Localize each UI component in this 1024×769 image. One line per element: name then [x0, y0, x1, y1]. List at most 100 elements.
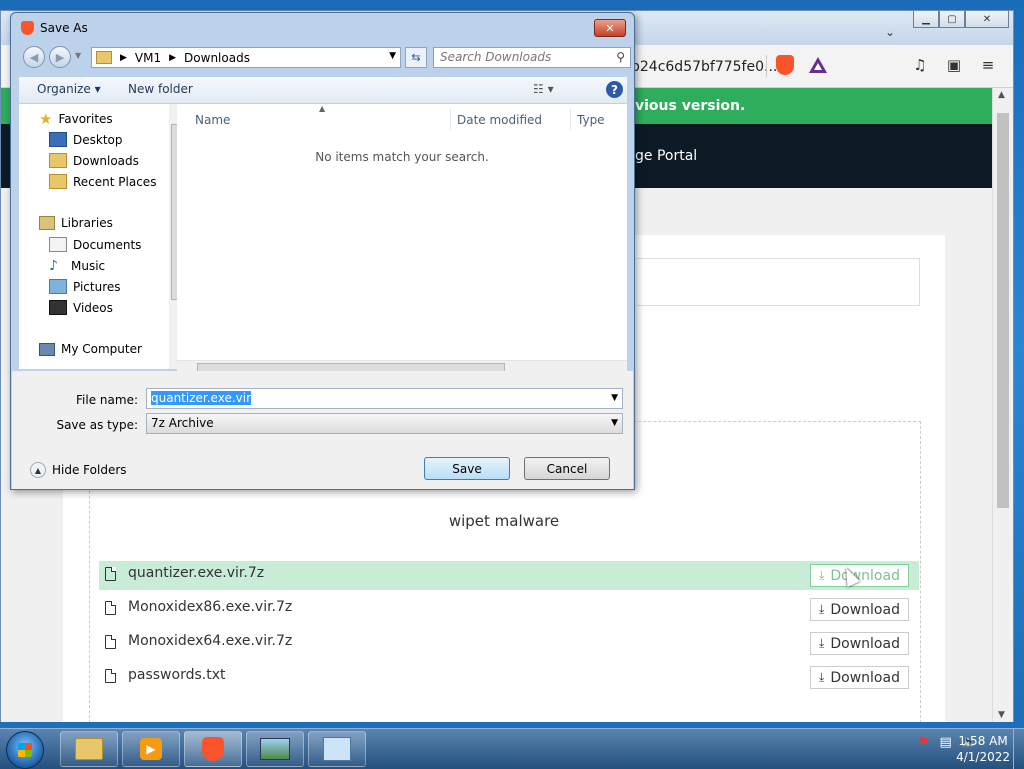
save-as-dialog: Save As ✕ ◀ ▶ ▼ ▶ VM1 ▶ Downloads ▼ ⇆ Se…	[10, 12, 635, 490]
scroll-down-icon[interactable]: ▼	[998, 710, 1005, 720]
folder-title: wipet malware	[448, 512, 560, 530]
file-name-value: quantizer.exe.vir	[151, 391, 252, 405]
download-icon: ⤓	[819, 602, 825, 616]
nav-item-pictures[interactable]: Pictures	[49, 279, 121, 294]
card-input-box[interactable]	[637, 258, 920, 306]
hide-folders-button[interactable]: ▲ Hide Folders	[30, 462, 127, 478]
save-type-select[interactable]: 7z Archive ▼	[146, 413, 623, 434]
organize-button[interactable]: Organize ▾	[37, 82, 101, 96]
nav-item-desktop[interactable]: Desktop	[49, 132, 123, 147]
address-dropdown-icon[interactable]: ▼	[389, 51, 396, 61]
windows-logo-icon	[18, 743, 32, 757]
nav-item-documents[interactable]: Documents	[49, 237, 141, 252]
site-title[interactable]: ge Portal	[635, 148, 697, 164]
start-button[interactable]	[6, 731, 44, 769]
download-label: Download	[830, 601, 900, 618]
file-name-field[interactable]: quantizer.exe.vir ▼	[146, 388, 623, 409]
file-row: quantizer.exe.vir.7z ⤓ Download	[99, 561, 919, 590]
save-type-value: 7z Archive	[151, 416, 214, 430]
address-bar[interactable]: b24c6d57bf775fe0...	[631, 59, 777, 75]
download-button[interactable]: ⤓ Download	[810, 598, 909, 621]
brave-rewards-icon[interactable]	[809, 57, 827, 73]
photo-viewer-icon	[260, 738, 290, 760]
column-header-date[interactable]: Date modified	[457, 113, 542, 127]
file-list-pane: Name ▲ Date modified Type No items match…	[177, 104, 627, 378]
taskbar-control-panel[interactable]	[308, 731, 366, 767]
download-button[interactable]: ⤓ Download	[810, 666, 909, 689]
back-button[interactable]: ◀	[23, 46, 45, 68]
file-name-label: File name:	[76, 393, 138, 407]
desktop-icon	[49, 132, 67, 147]
nav-my-computer[interactable]: My Computer	[39, 342, 142, 356]
file-name: passwords.txt	[128, 667, 226, 683]
file-row: Monoxidex86.exe.vir.7z ⤓ Download	[99, 595, 919, 624]
playlist-icon[interactable]: ♫	[911, 57, 929, 73]
nav-libraries[interactable]: Libraries	[39, 216, 113, 230]
save-type-dropdown-icon[interactable]: ▼	[611, 418, 618, 428]
maximize-button[interactable]: ▢	[939, 11, 965, 28]
column-divider[interactable]	[450, 108, 451, 130]
network-icon[interactable]: ▤	[940, 735, 952, 750]
breadcrumb-item[interactable]: VM1	[135, 51, 161, 65]
brave-shields-icon[interactable]	[776, 55, 794, 75]
tab-list-chevron-icon[interactable]: ⌄	[885, 25, 895, 39]
new-folder-button[interactable]: New folder	[128, 82, 193, 96]
recent-places-icon	[49, 174, 67, 189]
breadcrumb-item[interactable]: Downloads	[184, 51, 250, 65]
column-divider[interactable]	[570, 108, 571, 130]
minimize-button[interactable]: ▁	[913, 11, 939, 28]
show-desktop-button[interactable]	[1013, 729, 1024, 769]
close-button[interactable]: ✕	[965, 11, 1009, 28]
file-icon	[105, 669, 116, 683]
clock[interactable]: 1:58 AM 4/1/2022	[956, 733, 1010, 765]
empty-message: No items match your search.	[315, 150, 489, 164]
taskbar-media-player[interactable]: ▶	[122, 731, 180, 767]
nav-item-recent-places[interactable]: Recent Places	[49, 174, 156, 189]
pictures-icon	[49, 279, 67, 294]
nav-item-music[interactable]: ♪ Music	[49, 258, 105, 274]
column-header-name[interactable]: Name	[195, 113, 230, 127]
cancel-button[interactable]: Cancel	[524, 457, 610, 480]
dialog-title: Save As	[40, 21, 88, 35]
taskbar-photo-viewer[interactable]	[246, 731, 304, 767]
search-icon[interactable]: ⚲	[616, 50, 625, 64]
chevron-up-icon: ▲	[30, 462, 46, 478]
address-row: ◀ ▶ ▼ ▶ VM1 ▶ Downloads ▼ ⇆ Search Downl…	[19, 45, 631, 71]
taskbar: ▶ ⚑ ▤ 🔈 1:58 AM 4/1/2022	[0, 728, 1024, 769]
brave-icon	[202, 737, 224, 761]
search-input[interactable]: Search Downloads ⚲	[433, 47, 631, 68]
action-center-icon[interactable]: ⚑	[918, 735, 930, 750]
file-name: Monoxidex64.exe.vir.7z	[128, 633, 293, 649]
address-box[interactable]: ▶ VM1 ▶ Downloads ▼	[91, 47, 401, 68]
page-scrollbar[interactable]: ▲ ▼	[992, 88, 1013, 722]
file-icon	[105, 601, 116, 615]
libraries-icon	[39, 216, 55, 230]
documents-icon	[49, 237, 67, 252]
file-name: Monoxidex86.exe.vir.7z	[128, 599, 293, 615]
file-name-dropdown-icon[interactable]: ▼	[611, 393, 618, 403]
refresh-button[interactable]: ⇆	[405, 47, 427, 68]
help-icon[interactable]: ?	[606, 81, 623, 98]
download-button[interactable]: ⤓ Download	[810, 564, 909, 587]
scrollbar-thumb[interactable]	[997, 113, 1009, 508]
save-button[interactable]: Save	[424, 457, 510, 480]
forward-button[interactable]: ▶	[49, 46, 71, 68]
scroll-up-icon[interactable]: ▲	[998, 90, 1005, 100]
view-options-icon[interactable]: ☷ ▾	[533, 82, 554, 96]
recent-locations-icon[interactable]: ▼	[75, 51, 81, 60]
dialog-close-button[interactable]: ✕	[594, 19, 626, 37]
taskbar-explorer[interactable]	[60, 731, 118, 767]
column-header-type[interactable]: Type	[577, 113, 605, 127]
file-row: passwords.txt ⤓ Download	[99, 663, 919, 692]
nav-favorites[interactable]: ★ Favorites	[39, 110, 113, 128]
file-row: Monoxidex64.exe.vir.7z ⤓ Download	[99, 629, 919, 658]
command-bar: Organize ▾ New folder ☷ ▾ ?	[19, 77, 627, 104]
wallet-icon[interactable]: ▣	[945, 57, 963, 73]
nav-item-downloads[interactable]: Downloads	[49, 153, 139, 168]
nav-item-videos[interactable]: Videos	[49, 300, 113, 315]
taskbar-brave[interactable]	[184, 731, 242, 767]
save-type-label: Save as type:	[56, 418, 138, 432]
download-button[interactable]: ⤓ Download	[810, 632, 909, 655]
folder-icon	[75, 738, 103, 760]
menu-icon[interactable]: ≡	[979, 57, 997, 73]
